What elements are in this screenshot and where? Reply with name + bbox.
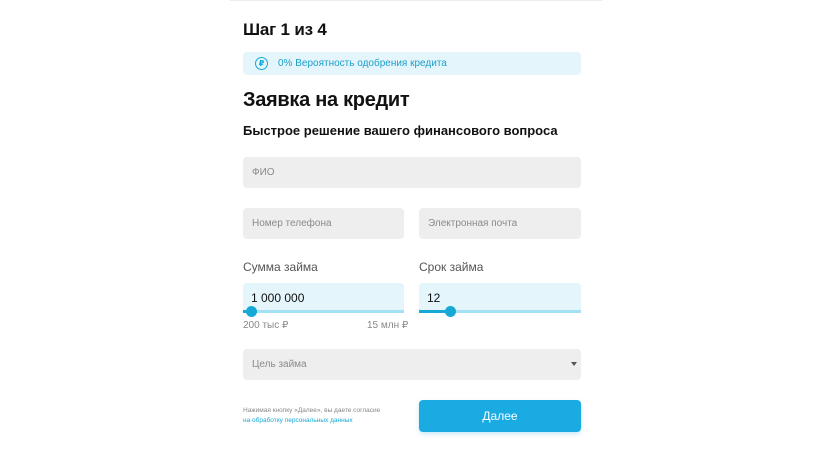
ruble-icon: ₽ (255, 57, 268, 70)
fio-field[interactable]: ФИО (243, 157, 581, 188)
consent-text: Нажимая кнопку «Далее», вы даете согласи… (243, 407, 381, 414)
next-button[interactable]: Далее (419, 400, 581, 432)
step-indicator: Шаг 1 из 4 (243, 20, 327, 39)
loan-amount-max-label: 15 млн ₽ (367, 320, 409, 331)
loan-amount-slider[interactable]: 1 000 000 (243, 283, 404, 317)
personal-data-link[interactable]: на обработку персональных данных (243, 417, 353, 424)
loan-term-track[interactable] (419, 306, 581, 317)
page-title: Заявка на кредит (243, 89, 410, 111)
loan-term-label: Срок займа (419, 260, 484, 274)
phone-field[interactable]: Номер телефона (243, 208, 404, 239)
loan-amount-label: Сумма займа (243, 260, 318, 274)
top-divider (230, 0, 602, 1)
page-subtitle: Быстрое решение вашего финансового вопро… (243, 123, 558, 138)
loan-amount-slider-handle[interactable] (246, 306, 258, 317)
phone-placeholder: Номер телефона (252, 218, 332, 229)
loan-term-slider[interactable]: 12 (419, 283, 581, 317)
consent-notice: Нажимая кнопку «Далее», вы даете согласи… (243, 406, 403, 426)
loan-amount-min-label: 200 тыс ₽ (243, 320, 289, 331)
page: Шаг 1 из 4 ₽ 0% Вероятность одобрения кр… (0, 0, 825, 450)
loan-purpose-placeholder: Цель займа (252, 359, 307, 370)
chevron-down-icon[interactable] (571, 362, 577, 366)
fio-placeholder: ФИО (252, 167, 275, 178)
loan-amount-value[interactable]: 1 000 000 (251, 291, 304, 305)
approval-probability-text: 0% Вероятность одобрения кредита (278, 58, 447, 69)
loan-amount-track[interactable] (243, 306, 404, 317)
loan-term-slider-handle[interactable] (444, 306, 456, 317)
email-field[interactable]: Электронная почта (419, 208, 581, 239)
approval-probability-bar: ₽ 0% Вероятность одобрения кредита (243, 52, 581, 75)
loan-term-value[interactable]: 12 (427, 291, 440, 305)
email-placeholder: Электронная почта (428, 218, 518, 229)
loan-purpose-select[interactable]: Цель займа (243, 349, 581, 380)
